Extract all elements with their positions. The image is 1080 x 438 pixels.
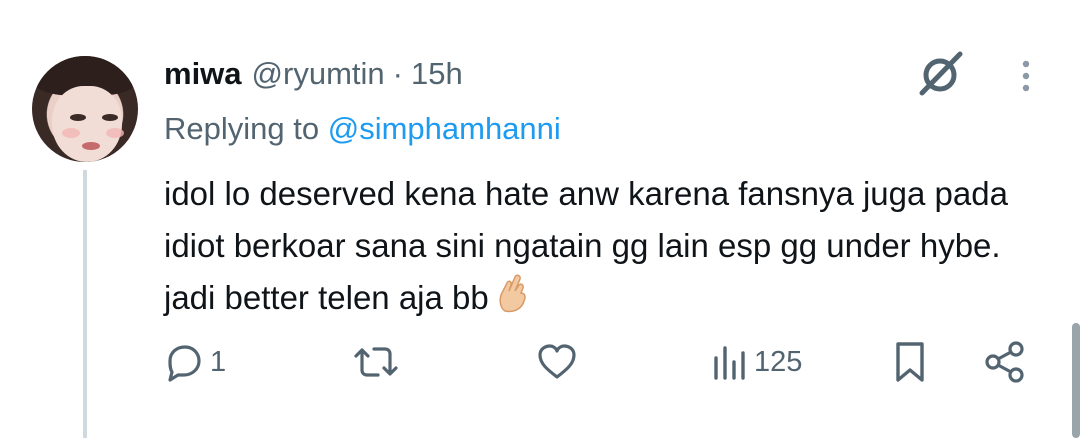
user-avatar[interactable] [32, 56, 138, 162]
user-display-name[interactable]: miwa [164, 56, 242, 92]
thread-line [83, 170, 87, 438]
replying-prefix: Replying to [164, 111, 320, 146]
bookmark-button[interactable] [892, 336, 928, 388]
bookmark-icon [896, 342, 924, 382]
timestamp[interactable]: 15h [411, 56, 463, 92]
reply-icon [168, 345, 201, 382]
grok-icon[interactable] [914, 48, 966, 100]
action-bar: 1 125 [164, 336, 1034, 388]
reply-button[interactable]: 1 [164, 336, 226, 388]
views-button[interactable]: 125 [712, 336, 802, 388]
user-handle[interactable]: @ryumtin [252, 56, 385, 92]
share-button[interactable] [984, 336, 1026, 388]
avatar-face [52, 86, 122, 162]
tweet-text: idol lo deserved kena hate anw karena fa… [164, 175, 1008, 316]
share-icon [985, 341, 1024, 383]
avatar-eye-left [70, 114, 86, 121]
replying-to-mention[interactable]: @simphamhanni [328, 111, 561, 146]
avatar-lips [82, 142, 100, 150]
views-icon [714, 346, 745, 380]
crossed-fingers-icon [495, 273, 531, 328]
reply-count: 1 [210, 345, 227, 378]
views-count: 125 [754, 345, 803, 378]
retweet-icon [354, 347, 398, 377]
heart-icon [538, 344, 576, 379]
tweet-header: miwa @ryumtin · 15h [164, 55, 463, 93]
replying-to-line: Replying to @simphamhanni [164, 111, 561, 147]
separator-dot: · [392, 56, 403, 91]
avatar-eye-right [102, 114, 118, 121]
avatar-blush-right [106, 128, 124, 138]
avatar-blush-left [62, 128, 80, 138]
like-button[interactable] [536, 336, 584, 388]
scrollbar[interactable] [1072, 323, 1080, 438]
tweet-body: idol lo deserved kena hate anw karena fa… [164, 168, 1044, 328]
retweet-button[interactable] [354, 336, 404, 388]
more-vertical-icon[interactable] [1016, 58, 1036, 98]
